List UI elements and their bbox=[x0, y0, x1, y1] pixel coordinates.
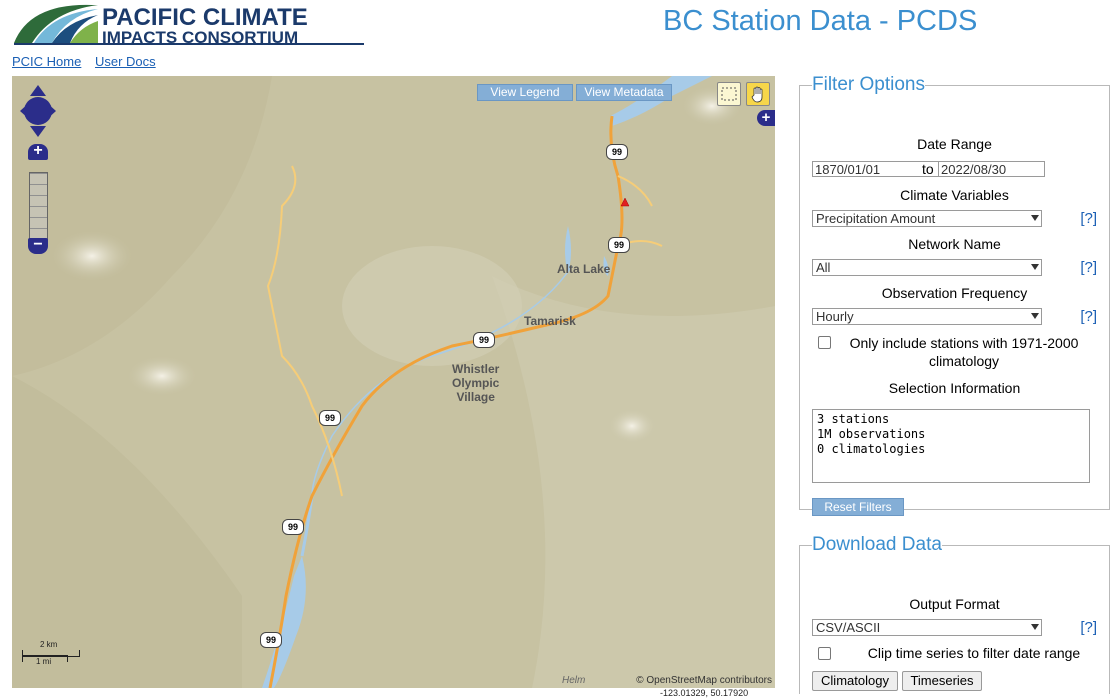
view-metadata-button[interactable]: View Metadata bbox=[576, 84, 672, 101]
page-title: BC Station Data - PCDS bbox=[663, 5, 978, 37]
place-label-alta-lake: Alta Lake bbox=[557, 262, 611, 276]
pan-hand-icon[interactable] bbox=[746, 82, 770, 106]
chevron-down-icon bbox=[1031, 624, 1039, 630]
output-format-label: Output Format bbox=[909, 596, 1000, 612]
place-label-tamarisk: Tamarisk bbox=[524, 314, 576, 328]
date-to-input[interactable]: 2022/08/30 bbox=[938, 161, 1045, 177]
helm-credit: Helm bbox=[562, 675, 586, 686]
network-name-select[interactable]: All bbox=[812, 259, 1042, 276]
format-help-link[interactable]: [?] bbox=[1080, 619, 1097, 636]
route-shield-3: 99 bbox=[473, 332, 495, 348]
observation-frequency-value: Hourly bbox=[816, 309, 854, 324]
svg-text:PACIFIC CLIMATE: PACIFIC CLIMATE bbox=[102, 4, 308, 31]
svg-text:IMPACTS CONSORTIUM: IMPACTS CONSORTIUM bbox=[102, 28, 298, 45]
climate-variables-value: Precipitation Amount bbox=[816, 211, 936, 226]
box-select-icon[interactable] bbox=[717, 82, 741, 106]
route-shield-1: 99 bbox=[606, 144, 628, 160]
output-format-select[interactable]: CSV/ASCII bbox=[812, 619, 1042, 636]
map-attribution[interactable]: © OpenStreetMap contributors bbox=[636, 675, 772, 686]
user-docs-link[interactable]: User Docs bbox=[95, 54, 156, 69]
chevron-down-icon bbox=[1031, 215, 1039, 221]
climatology-download-button[interactable]: Climatology bbox=[812, 671, 898, 691]
view-legend-button[interactable]: View Legend bbox=[477, 84, 573, 101]
timeseries-download-button[interactable]: Timeseries bbox=[902, 671, 982, 691]
frequency-help-link[interactable]: [?] bbox=[1080, 308, 1097, 325]
observation-frequency-select[interactable]: Hourly bbox=[812, 308, 1042, 325]
map-canvas[interactable] bbox=[12, 76, 775, 688]
pan-control[interactable] bbox=[20, 84, 58, 138]
clip-date-checkbox[interactable] bbox=[818, 647, 831, 660]
pcic-logo: PACIFIC CLIMATE IMPACTS CONSORTIUM bbox=[14, 4, 364, 45]
route-shield-4: 99 bbox=[319, 410, 341, 426]
climate-variables-select[interactable]: Precipitation Amount bbox=[812, 210, 1042, 227]
zoom-slider[interactable] bbox=[29, 172, 48, 242]
download-data-legend: Download Data bbox=[812, 534, 942, 555]
scale-km: 2 km bbox=[40, 640, 58, 649]
network-name-value: All bbox=[816, 260, 831, 275]
network-help-link[interactable]: [?] bbox=[1080, 259, 1097, 276]
selection-information-label: Selection Information bbox=[888, 380, 1021, 396]
clip-date-checkbox-label: Clip time series to filter date range bbox=[867, 645, 1081, 661]
network-name-label: Network Name bbox=[908, 236, 1001, 252]
pcic-home-link[interactable]: PCIC Home bbox=[12, 54, 81, 69]
layer-switcher-icon[interactable]: + bbox=[757, 110, 775, 126]
top-nav: PCIC Home User Docs bbox=[12, 54, 166, 69]
reset-filters-button[interactable]: Reset Filters bbox=[812, 498, 904, 516]
filter-options-panel: Filter Options Date Range 1870/01/01 to … bbox=[799, 74, 1110, 516]
observation-frequency-label: Observation Frequency bbox=[881, 285, 1028, 301]
map-viewport[interactable]: 99 99 99 99 99 99 Alta Lake Tamarisk Whi… bbox=[12, 76, 775, 688]
selection-info-textarea[interactable]: 3 stations 1M observations 0 climatologi… bbox=[812, 409, 1090, 483]
route-shield-2: 99 bbox=[608, 237, 630, 253]
mouse-coords: -123.01329, 50.17920 bbox=[660, 688, 749, 698]
chevron-down-icon bbox=[1031, 264, 1039, 270]
date-range-label: Date Range bbox=[917, 136, 992, 152]
chevron-down-icon bbox=[1031, 313, 1039, 319]
climate-variables-label: Climate Variables bbox=[900, 187, 1009, 203]
place-label-whistler: Whistler Olympic Village bbox=[452, 362, 500, 404]
route-shield-6: 99 bbox=[260, 632, 282, 648]
route-shield-5: 99 bbox=[282, 519, 304, 535]
scale-bar: 2 km 1 mi bbox=[22, 640, 82, 670]
date-to-word: to bbox=[922, 161, 934, 177]
filter-options-legend: Filter Options bbox=[812, 74, 925, 95]
zoom-out-button[interactable]: − bbox=[28, 237, 48, 254]
download-data-panel: Download Data Output Format CSV/ASCII [?… bbox=[799, 534, 1110, 694]
climate-help-link[interactable]: [?] bbox=[1080, 210, 1097, 227]
output-format-value: CSV/ASCII bbox=[816, 620, 881, 635]
zoom-in-button[interactable]: + bbox=[28, 143, 48, 160]
climatology-checkbox[interactable] bbox=[818, 336, 831, 349]
climatology-checkbox-label: Only include stations with 1971-2000 cli… bbox=[849, 335, 1079, 369]
